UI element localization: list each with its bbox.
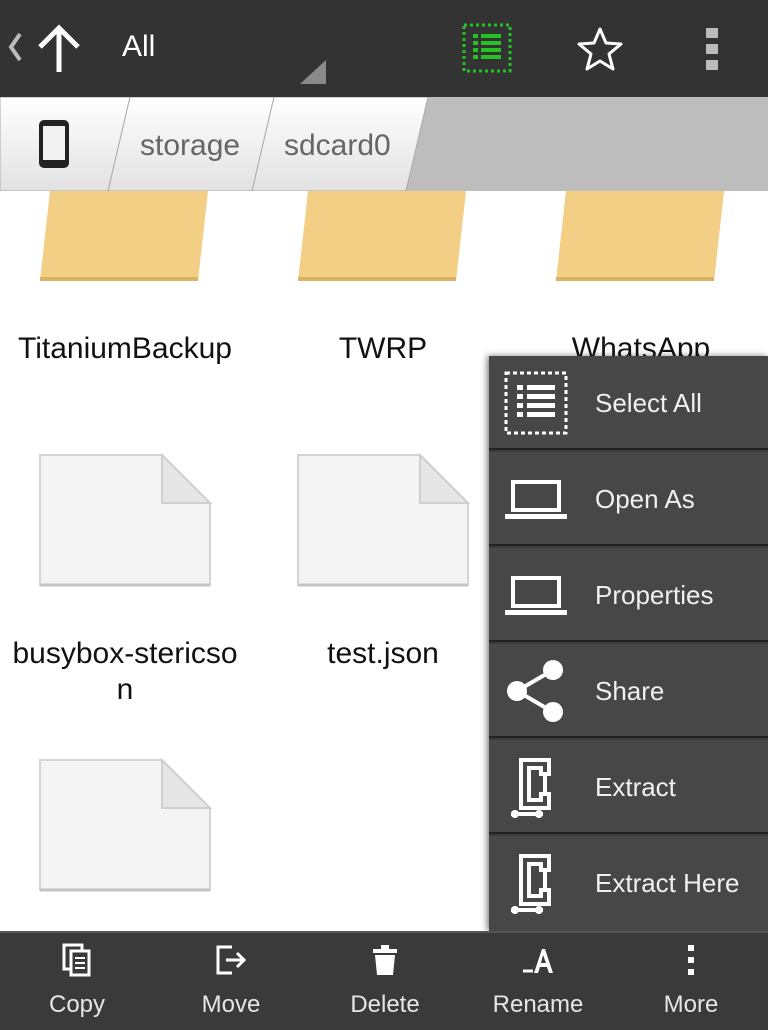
file-name[interactable]: TitaniumBackup — [5, 331, 245, 367]
clamp-icon — [511, 758, 551, 818]
laptop-icon — [505, 576, 567, 615]
bottom-action-bar: Copy Move Delete Rename More — [0, 931, 768, 1030]
breadcrumb-label-storage: storage — [140, 129, 241, 162]
rename-icon — [523, 949, 553, 973]
view-filter-title[interactable]: All — [122, 30, 155, 64]
menu-item-label: Extract — [595, 772, 676, 802]
bottom-bar-label: Copy — [48, 991, 106, 1018]
menu-item-select-all[interactable]: Select All — [489, 356, 768, 450]
list-view-icon[interactable] — [462, 23, 512, 73]
file-name[interactable]: busybox-stericson — [5, 636, 245, 708]
trash-icon — [373, 945, 397, 975]
menu-item-label: Extract Here — [595, 868, 740, 898]
move-button[interactable]: Move — [156, 933, 306, 1030]
bottom-bar-label: More — [663, 991, 719, 1018]
folder-icon[interactable] — [298, 191, 468, 287]
clamp-icon — [511, 854, 551, 914]
more-button[interactable]: More — [616, 933, 766, 1030]
breadcrumb: storage sdcard0 — [0, 97, 768, 191]
breadcrumb-label-sdcard: sdcard0 — [284, 129, 391, 162]
bottom-bar-label: Delete — [350, 991, 420, 1018]
menu-item-label: Select All — [595, 388, 702, 418]
document-icon[interactable] — [38, 758, 214, 894]
bottom-bar-label: Rename — [492, 991, 584, 1018]
document-icon[interactable] — [296, 453, 472, 589]
laptop-icon — [505, 480, 567, 519]
menu-item-share[interactable]: Share — [489, 644, 768, 738]
folder-icon[interactable] — [556, 191, 726, 287]
menu-item-extract-here[interactable]: Extract Here — [489, 836, 768, 931]
more-icon — [688, 945, 694, 975]
menu-item-extract[interactable]: Extract — [489, 740, 768, 834]
copy-button[interactable]: Copy — [2, 933, 152, 1030]
menu-item-label: Share — [595, 676, 665, 706]
phone-icon — [39, 120, 69, 168]
share-icon — [507, 660, 563, 722]
up-arrow-icon[interactable] — [36, 24, 82, 74]
back-chevron-icon[interactable] — [8, 30, 22, 64]
file-name[interactable]: test.json — [263, 636, 503, 672]
rename-button[interactable]: Rename — [463, 933, 613, 1030]
menu-item-open-as[interactable]: Open As — [489, 452, 768, 546]
action-bar: All — [0, 0, 768, 97]
context-menu: Select All Open As Properties Share Extr… — [489, 356, 768, 931]
star-icon[interactable] — [577, 26, 623, 72]
dropdown-corner-icon — [300, 60, 326, 84]
move-icon — [216, 945, 247, 975]
menu-item-properties[interactable]: Properties — [489, 548, 768, 642]
delete-button[interactable]: Delete — [310, 933, 460, 1030]
copy-icon — [62, 943, 91, 977]
document-icon[interactable] — [38, 453, 214, 589]
overflow-menu-icon[interactable] — [700, 26, 724, 72]
select-all-icon — [504, 371, 568, 435]
file-name[interactable]: TWRP — [263, 331, 503, 367]
menu-item-label: Properties — [595, 580, 714, 610]
menu-item-label: Open As — [595, 484, 695, 514]
folder-icon[interactable] — [40, 191, 210, 287]
bottom-bar-label: Move — [201, 991, 261, 1018]
